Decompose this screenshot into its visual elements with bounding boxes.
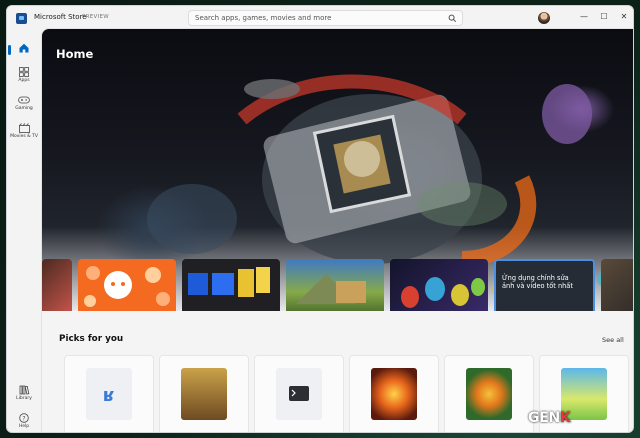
app-tile-image: ʁ	[86, 368, 132, 420]
section-title: Picks for you	[59, 334, 124, 344]
app-tile[interactable]	[444, 355, 534, 432]
minimize-button[interactable]: —	[576, 10, 592, 24]
among-illustration	[401, 277, 485, 308]
hero-card-photo[interactable]: Ứng dụng chỉnh sửa ảnh và video tốt nhất	[494, 259, 595, 311]
preview-badge: PREVIEW	[82, 14, 110, 20]
sidebar-item-label: Movies & TV	[10, 134, 38, 139]
sidebar-item-help[interactable]: ? Help	[7, 410, 41, 432]
page-title: Home	[56, 47, 94, 61]
hero-card-dolby[interactable]	[182, 259, 280, 311]
store-logo-icon	[16, 13, 27, 24]
watermark-accent: K	[559, 410, 571, 426]
sidebar-item-home[interactable]	[7, 34, 41, 62]
sidebar-item-label: Gaming	[15, 106, 33, 111]
hero-card-reddit[interactable]	[78, 259, 176, 311]
watermark-text: GEN	[528, 410, 560, 426]
app-title: Microsoft Store	[34, 13, 87, 21]
help-icon: ?	[19, 413, 29, 423]
sidebar-item-label: Library	[16, 396, 32, 401]
close-button[interactable]: ✕	[616, 10, 632, 24]
hero-card-caption: Ứng dụng chỉnh sửa ảnh và video tốt nhất	[502, 274, 573, 290]
search-box[interactable]: Search apps, games, movies and more	[188, 10, 463, 26]
svg-text:?: ?	[22, 415, 25, 422]
reddit-illustration	[84, 266, 170, 307]
dolby-illustration	[188, 267, 270, 297]
see-all-link[interactable]: See all	[602, 336, 624, 344]
app-tile-image	[371, 368, 417, 420]
hero-card-7[interactable]	[601, 259, 633, 311]
app-logo-icon: ʁ	[103, 385, 115, 406]
sidebar: Apps Gaming Movies & TV Library ? Help	[7, 30, 41, 432]
hero-card-1[interactable]	[42, 259, 72, 311]
sidebar-item-movies[interactable]: Movies & TV	[7, 120, 41, 148]
search-icon[interactable]	[448, 14, 457, 23]
home-icon	[19, 43, 29, 53]
hero-banner[interactable]: Home Ứng dụng chỉnh sửa ảnh và video tốt…	[42, 29, 633, 311]
app-tile-image	[466, 368, 512, 420]
sidebar-item-label: Apps	[18, 78, 30, 83]
sidebar-item-apps[interactable]: Apps	[7, 64, 41, 92]
sidebar-item-library[interactable]: Library	[7, 382, 41, 410]
maximize-button[interactable]: ☐	[596, 10, 612, 24]
terminal-icon	[289, 386, 309, 401]
gamepad-icon	[18, 96, 30, 104]
game-illustration	[296, 274, 366, 304]
sidebar-item-label: Help	[18, 424, 30, 429]
svg-text:ʁ: ʁ	[103, 385, 115, 406]
avatar[interactable]	[538, 12, 550, 24]
app-tile[interactable]	[159, 355, 249, 432]
main-content: Home Ứng dụng chỉnh sửa ảnh và video tốt…	[41, 28, 633, 432]
hero-card-among[interactable]	[390, 259, 488, 311]
apps-icon	[19, 67, 29, 77]
app-tile[interactable]	[349, 355, 439, 432]
search-input[interactable]: Search apps, games, movies and more	[195, 14, 331, 22]
active-indicator	[8, 45, 11, 55]
app-tile-image	[276, 368, 322, 420]
app-tile[interactable]: ʁ	[64, 355, 154, 432]
sidebar-item-gaming[interactable]: Gaming	[7, 92, 41, 120]
app-tile[interactable]	[254, 355, 344, 432]
title-bar: Microsoft Store PREVIEW Search apps, gam…	[7, 6, 633, 30]
featured-carousel: Ứng dụng chỉnh sửa ảnh và video tốt nhất	[42, 259, 633, 311]
watermark-logo: GENK	[528, 410, 571, 426]
store-window: Microsoft Store PREVIEW Search apps, gam…	[6, 5, 634, 433]
movies-icon	[18, 123, 30, 133]
library-icon	[19, 385, 29, 395]
hero-card-game[interactable]	[286, 259, 384, 311]
app-tile-image	[181, 368, 227, 420]
